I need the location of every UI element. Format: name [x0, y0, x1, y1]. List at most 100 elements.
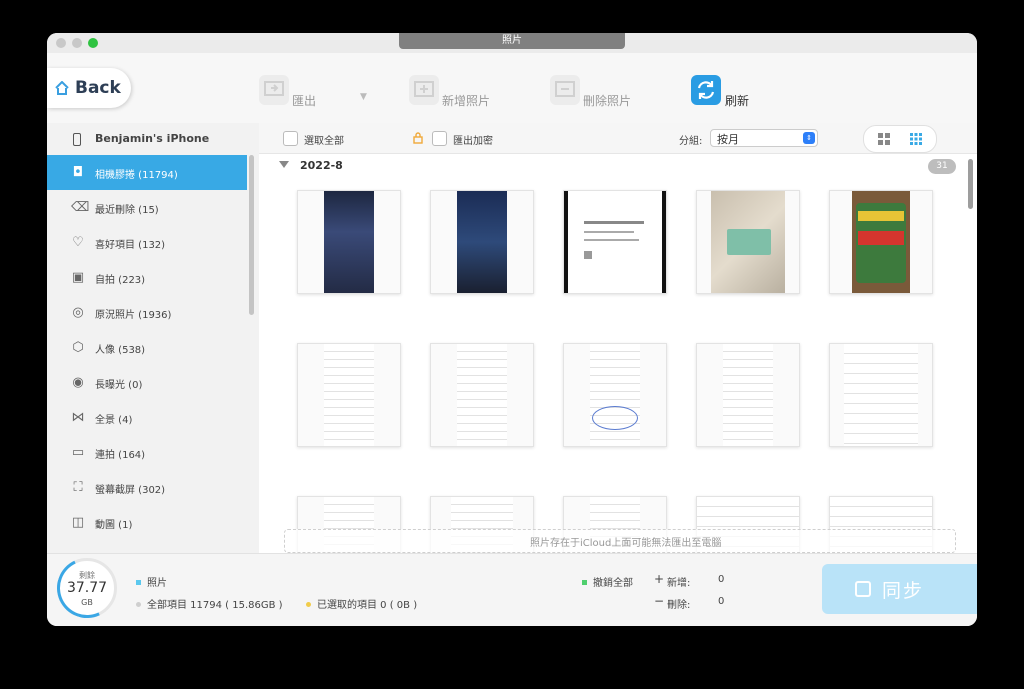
sidebar-item-long-exposure[interactable]: ◉ 長曝光 (0): [47, 365, 247, 400]
sidebar-item-label: 自拍 (223): [95, 275, 146, 286]
added-value: 0: [718, 574, 725, 585]
refresh-button[interactable]: 刷新: [691, 75, 761, 108]
filter-bar: 選取全部 匯出加密 分組: 按月 ⇕: [259, 123, 977, 154]
sidebar-item-label: 全景 (4): [95, 415, 133, 426]
delete-photo-button[interactable]: 刪除照片: [550, 75, 640, 108]
delete-photo-label: 刪除照片: [583, 94, 632, 108]
small-grid-icon[interactable]: [910, 133, 922, 145]
sidebar-item-recently-deleted[interactable]: ⌫ 最近刪除 (15): [47, 190, 247, 225]
sidebar-item-label: 連拍 (164): [95, 450, 146, 461]
minus-icon: −: [654, 594, 665, 608]
date-group-header: 2022-8 31: [259, 154, 977, 176]
sidebar-item-label: 長曝光 (0): [95, 380, 143, 391]
total-items: 全部項目 11794 ( 15.86GB ): [147, 600, 283, 611]
heart-icon: ♡: [72, 235, 84, 250]
photo-thumbnail[interactable]: [297, 190, 401, 294]
photo-thumbnail[interactable]: [430, 343, 534, 447]
status-footer: 剩餘 37.77 GB 照片 全部項目 11794 ( 15.86GB ) 已選…: [47, 549, 977, 626]
sidebar-item-label: 原況照片 (1936): [95, 310, 172, 321]
camera-icon: ◘: [72, 165, 84, 180]
sidebar-item-label: 相機膠捲 (11794): [95, 170, 178, 181]
photo-thumbnail[interactable]: [297, 343, 401, 447]
sidebar-item-panorama[interactable]: ⋈ 全景 (4): [47, 400, 247, 435]
select-stepper-icon: ⇕: [803, 132, 815, 144]
group-by-select[interactable]: 按月 ⇕: [710, 129, 818, 147]
sidebar-item-camera-roll[interactable]: ◘ 相機膠捲 (11794): [47, 155, 247, 190]
sidebar-item-label: 喜好項目 (132): [95, 240, 166, 251]
sidebar-item-burst[interactable]: ▭ 連拍 (164): [47, 435, 247, 470]
device-name: Benjamin's iPhone: [95, 132, 210, 145]
minimize-window-button[interactable]: [72, 38, 82, 48]
live-photo-icon: ◎: [72, 305, 84, 320]
export-label: 匯出: [292, 94, 317, 108]
close-window-button[interactable]: [56, 38, 66, 48]
export-button[interactable]: 匯出 ▼: [259, 75, 369, 108]
photo-count-badge: 31: [928, 159, 956, 174]
export-encrypted-checkbox[interactable]: [432, 131, 447, 146]
panorama-icon: ⋈: [71, 410, 85, 425]
photo-thumbnail[interactable]: [829, 190, 933, 294]
sync-icon: [855, 581, 871, 597]
long-exposure-icon: ◉: [72, 375, 84, 390]
add-photo-button[interactable]: 新增照片: [409, 75, 499, 108]
undo-all-button[interactable]: 撤銷全部: [593, 574, 633, 589]
group-by-value: 按月: [717, 133, 739, 146]
group-by-label: 分組:: [679, 136, 703, 147]
screenshot-icon: ⛶: [73, 480, 83, 495]
selected-marker: [306, 602, 311, 607]
cube-icon: ⬡: [72, 340, 84, 355]
toolbar: Back 匯出 ▼ 新增照片 刪除照片 刷新: [47, 53, 977, 124]
date-group-label: 2022-8: [300, 159, 343, 172]
gallery-scrollbar[interactable]: [968, 159, 973, 209]
category-marker: [136, 580, 141, 585]
photo-thumbnail[interactable]: [696, 190, 800, 294]
collapse-triangle-icon[interactable]: [279, 161, 289, 168]
storage-value: 37.77: [66, 580, 108, 596]
deleted-value: 0: [718, 596, 725, 607]
total-marker: [136, 602, 141, 607]
photo-thumbnail[interactable]: [563, 343, 667, 447]
sidebar-item-live-photos[interactable]: ◎ 原況照片 (1936): [47, 295, 247, 330]
sidebar-item-animated[interactable]: ◫ 動圖 (1): [47, 505, 247, 540]
sidebar-item-selfies[interactable]: ▣ 自拍 (223): [47, 260, 247, 295]
storage-gauge: 剩餘 37.77 GB: [48, 549, 126, 626]
large-grid-icon[interactable]: [878, 133, 890, 145]
device-header: Benjamin's iPhone: [47, 123, 259, 155]
sidebar-item-label: 人像 (538): [95, 345, 146, 356]
undo-marker: [582, 580, 587, 585]
refresh-label: 刷新: [725, 94, 750, 108]
photo-thumbnail[interactable]: [430, 190, 534, 294]
category-label: 照片: [147, 578, 167, 589]
photo-thumbnail[interactable]: [696, 343, 800, 447]
add-photo-icon: [409, 75, 439, 105]
title-bar: 照片: [47, 33, 977, 53]
home-icon: [55, 81, 69, 95]
maximize-window-button[interactable]: [88, 38, 98, 48]
sidebar-item-portrait[interactable]: ⬡ 人像 (538): [47, 330, 247, 365]
animated-icon: ◫: [71, 515, 85, 530]
trash-icon: ⌫: [71, 200, 90, 215]
photo-thumbnail[interactable]: [829, 343, 933, 447]
burst-icon: ▭: [71, 445, 85, 460]
back-button[interactable]: Back: [47, 68, 131, 108]
plus-icon: +: [654, 572, 665, 586]
iphone-icon: [73, 133, 81, 146]
sidebar-item-label: 螢幕截屏 (302): [95, 485, 166, 496]
sidebar-item-label: 最近刪除 (15): [95, 205, 159, 216]
refresh-icon: [691, 75, 721, 105]
added-label: 新增:: [667, 578, 691, 589]
photo-thumbnail[interactable]: [563, 190, 667, 294]
select-all-label: 選取全部: [304, 136, 344, 147]
chevron-down-icon[interactable]: ▼: [360, 92, 367, 102]
export-icon: [259, 75, 289, 105]
view-mode-toggle: [863, 125, 937, 153]
storage-unit: GB: [81, 598, 93, 607]
photo-browser: 選取全部 匯出加密 分組: 按月 ⇕ 2022-8 31 照片存在于iCloud…: [259, 123, 977, 555]
window-title: 照片: [399, 33, 625, 49]
sidebar-item-favorites[interactable]: ♡ 喜好項目 (132): [47, 225, 247, 260]
sidebar-item-screenshots[interactable]: ⛶ 螢幕截屏 (302): [47, 470, 247, 505]
select-all-checkbox[interactable]: [283, 131, 298, 146]
sidebar-scrollbar[interactable]: [249, 155, 254, 315]
sync-button[interactable]: 同步: [822, 564, 977, 614]
sync-label: 同步: [882, 580, 925, 602]
